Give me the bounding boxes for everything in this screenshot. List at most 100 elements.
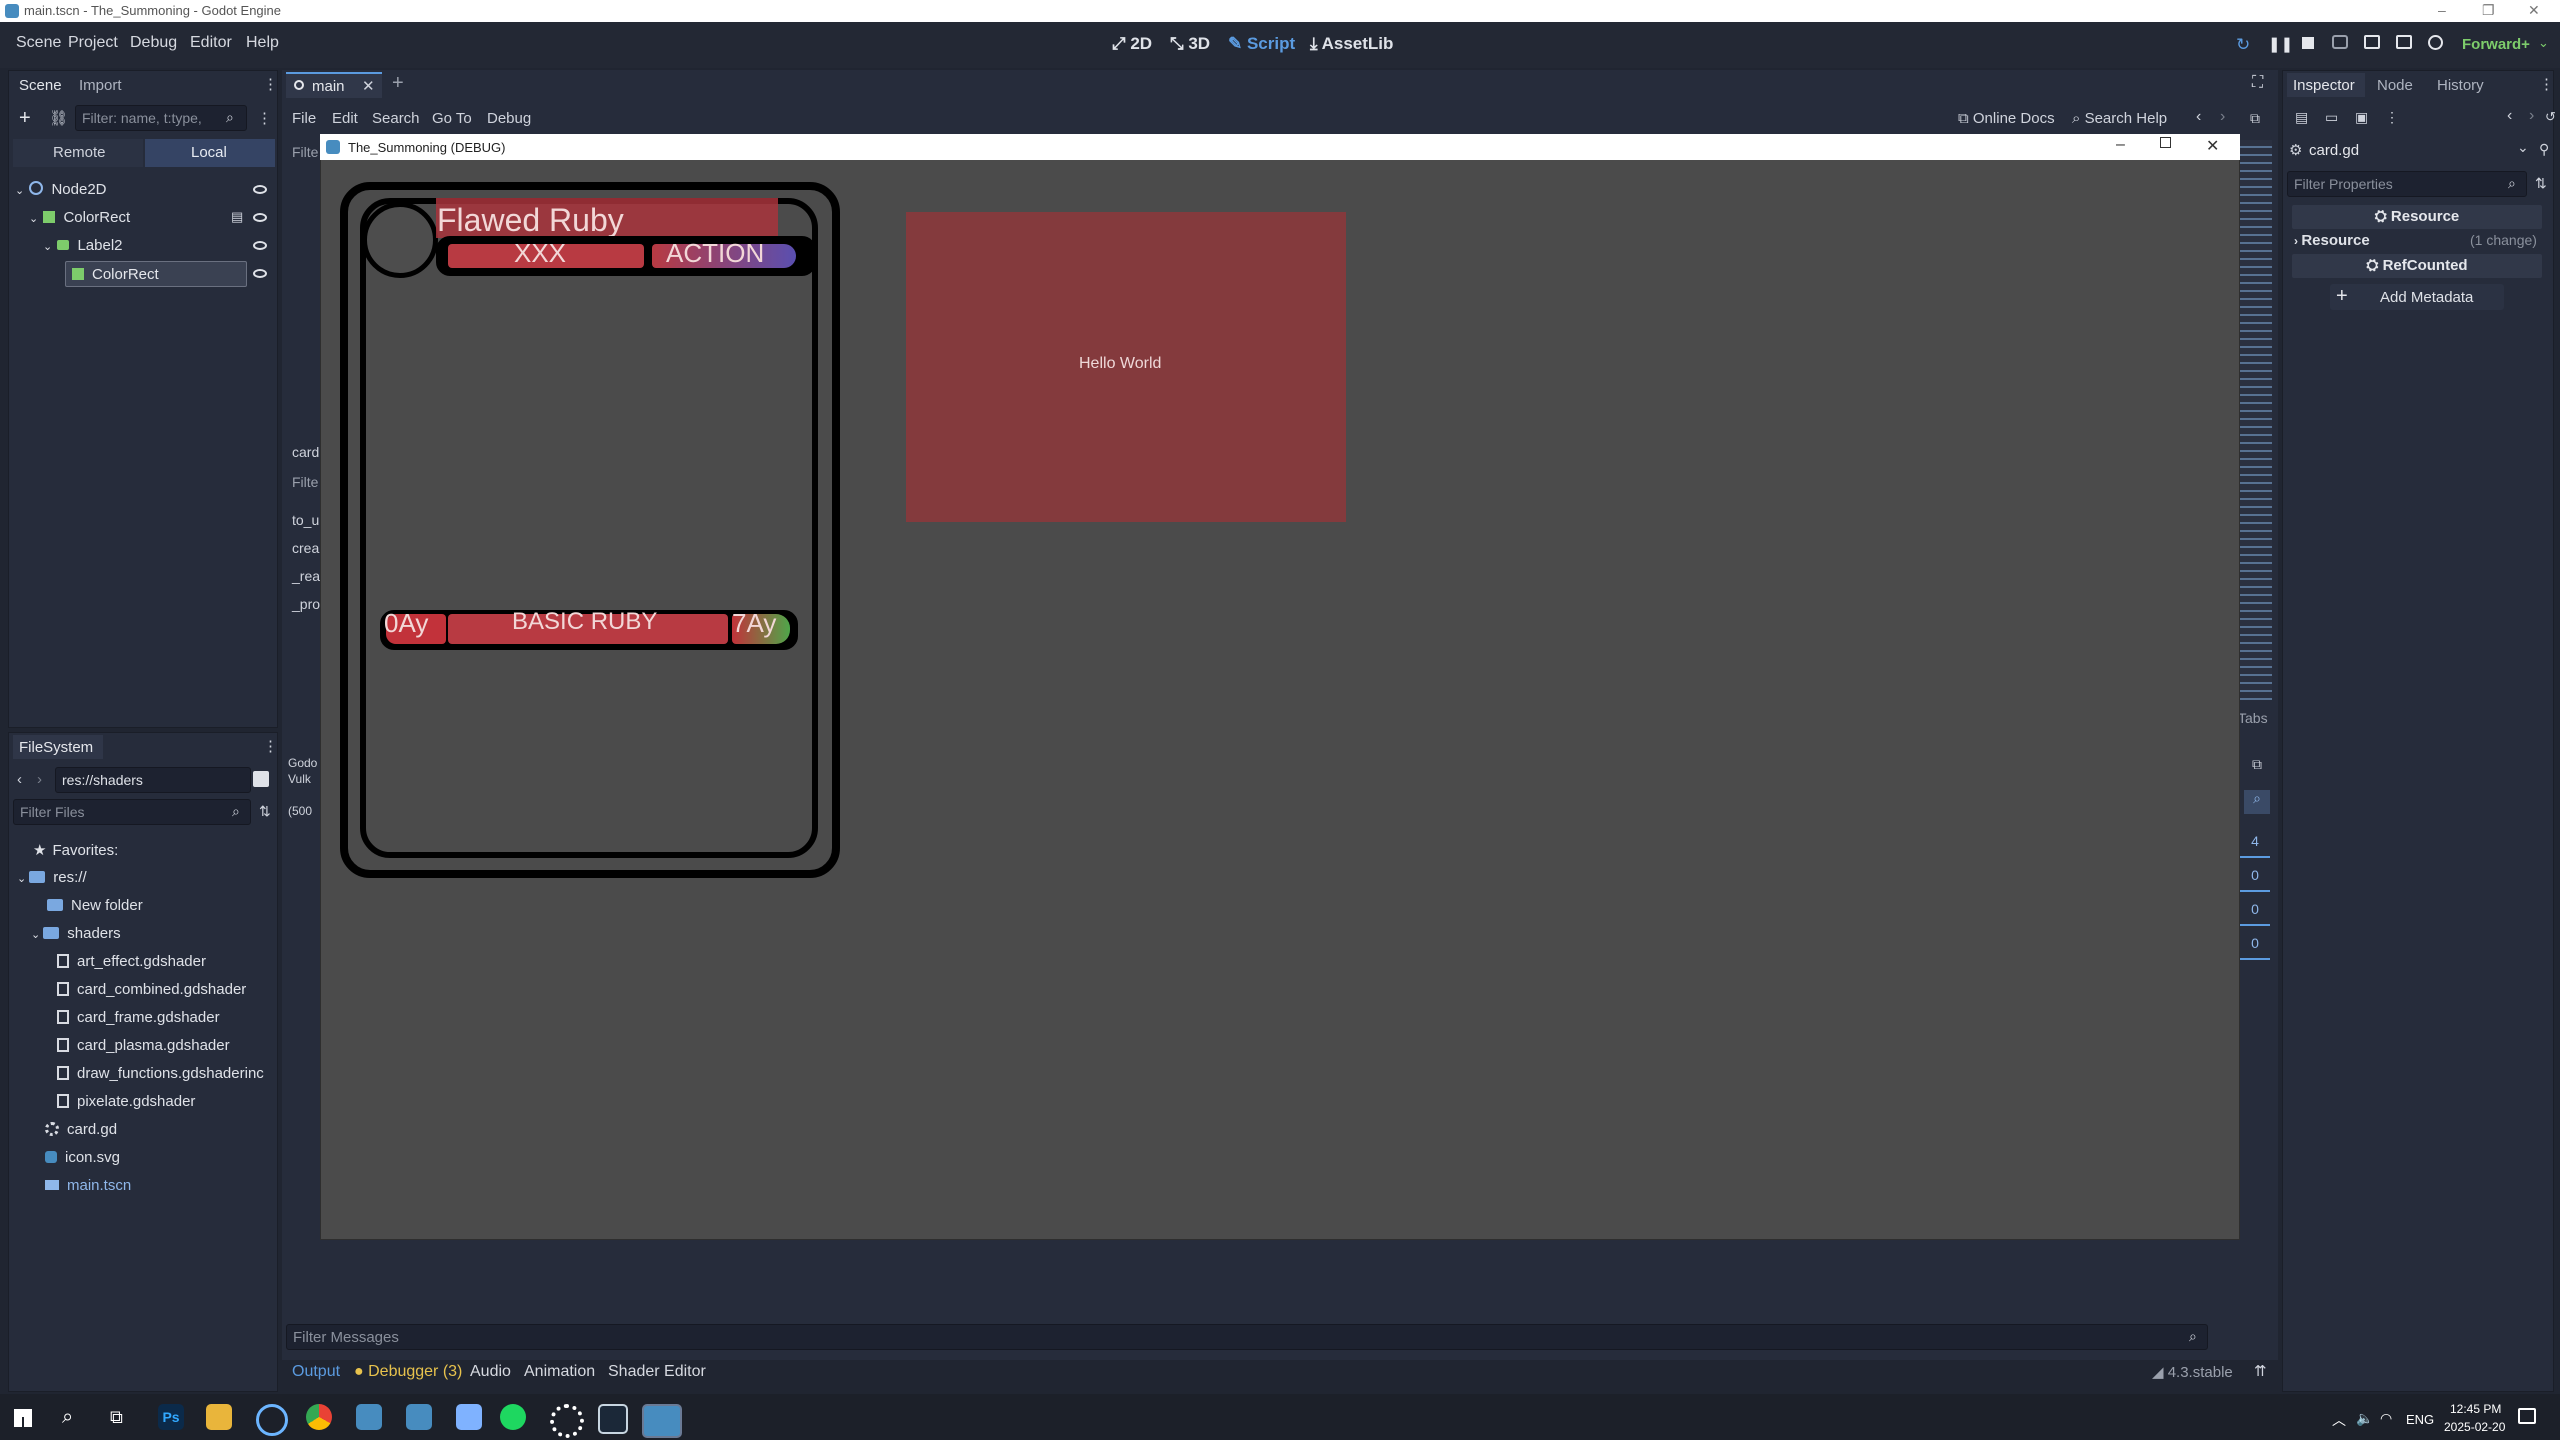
history-forward-icon[interactable]: › — [2220, 108, 2225, 126]
maximize-button[interactable] — [2160, 137, 2171, 148]
list-item[interactable]: icon.svg — [45, 1149, 120, 1166]
pin-panel-icon[interactable]: ⇈ — [2254, 1362, 2267, 1380]
tab-inspector[interactable]: Inspector — [2287, 73, 2365, 97]
scene-filter-input[interactable]: Filter: name, t:type, ⌕ — [75, 105, 247, 131]
godot-icon[interactable] — [406, 1404, 432, 1430]
history-forward-icon[interactable]: › — [2529, 107, 2534, 125]
add-node-icon[interactable]: + — [19, 107, 31, 130]
search-help-button[interactable]: ⌕ Search Help — [2072, 110, 2167, 127]
toggle-split-icon[interactable] — [253, 771, 269, 787]
tree-colorrect-selected[interactable]: ColorRect — [65, 261, 247, 287]
list-item[interactable]: pixelate.gdshader — [57, 1093, 195, 1110]
link-icon[interactable]: ⛓ — [49, 109, 68, 127]
menu-help[interactable]: Help — [246, 34, 279, 52]
list-item[interactable]: card_frame.gdshader — [57, 1009, 220, 1026]
add-tab-icon[interactable]: + — [392, 72, 404, 95]
property-sort-icon[interactable]: ⇅ — [2535, 175, 2547, 192]
photoshop-icon[interactable]: Ps — [158, 1404, 184, 1430]
chrome-icon[interactable] — [306, 1404, 332, 1430]
remote-tab[interactable]: Remote — [13, 139, 143, 167]
history-back-icon[interactable]: ‹ — [2196, 108, 2201, 126]
run-custom-icon[interactable] — [2396, 35, 2412, 49]
section-header-resource[interactable]: ⛭ Resource — [2292, 205, 2542, 229]
workspace-script-button[interactable]: ✎ Script — [1228, 34, 1295, 54]
list-item[interactable]: art_effect.gdshader — [57, 953, 206, 970]
visibility-eye-icon[interactable] — [253, 213, 267, 222]
history-back-icon[interactable]: ‹ — [2507, 107, 2512, 125]
save-icon[interactable]: ▣ — [2355, 109, 2368, 126]
list-item[interactable]: card_plasma.gdshader — [57, 1037, 230, 1054]
filter-messages-input[interactable]: Filter Messages ⌕ — [286, 1324, 2208, 1350]
kebab-menu-icon[interactable]: ⋮ — [263, 737, 278, 755]
tree-colorrect[interactable]: ⌄ ColorRect — [29, 209, 130, 226]
list-item[interactable]: card.gd — [45, 1121, 117, 1138]
settings-gear-icon[interactable] — [550, 1404, 584, 1438]
res-root-row[interactable]: ⌄ res:// — [17, 869, 87, 886]
clock-time[interactable]: 12:45 PM — [2450, 1402, 2501, 1416]
scene-kebab-icon[interactable]: ⋮ — [257, 109, 272, 127]
new-resource-icon[interactable]: ▤ — [2295, 109, 2308, 126]
list-item[interactable]: main.tscn — [45, 1177, 131, 1194]
favorites-row[interactable]: ★ Favorites: — [33, 841, 118, 859]
back-arrow-icon[interactable]: ‹ — [17, 771, 22, 788]
path-field[interactable]: res://shaders — [55, 767, 251, 793]
local-tab[interactable]: Local — [145, 139, 275, 167]
filter-files-input[interactable]: Filter Files ⌕ — [13, 799, 251, 825]
list-item[interactable]: card_combined.gdshader — [57, 981, 246, 998]
sort-icon[interactable]: ⇅ — [259, 803, 271, 820]
tab-scene[interactable]: Scene — [19, 77, 62, 94]
scene-tab-main[interactable]: main ✕ — [286, 72, 382, 98]
tab-import[interactable]: Import — [79, 77, 122, 94]
list-item[interactable]: draw_functions.gdshaderinc — [57, 1065, 264, 1082]
section-header-refcounted[interactable]: ⛭ RefCounted — [2292, 254, 2542, 278]
object-tools-icon[interactable]: ⚲ — [2539, 141, 2549, 158]
run-scene-icon[interactable] — [2364, 35, 2380, 49]
tab-node[interactable]: Node — [2377, 77, 2413, 94]
notification-icon[interactable] — [2518, 1408, 2536, 1424]
script-attached-icon[interactable]: ▤ — [231, 209, 243, 225]
menu-editor[interactable]: Editor — [190, 34, 232, 52]
search-icon[interactable]: ⌕ — [2244, 790, 2270, 814]
copy-icon[interactable]: ⧉ — [2252, 756, 2262, 773]
speaker-icon[interactable]: 🔈 — [2356, 1410, 2373, 1427]
search-icon[interactable]: ⌕ — [62, 1406, 73, 1429]
property-resource-group[interactable]: › Resource — [2294, 232, 2370, 249]
method-item[interactable]: _rea — [292, 568, 320, 584]
wifi-icon[interactable]: ◠ — [2380, 1410, 2392, 1427]
workspace-3d-button[interactable]: ⤡ 3D — [1170, 34, 1210, 54]
godot-debug-icon[interactable] — [642, 1404, 682, 1438]
restore-button[interactable]: ❐ — [2482, 2, 2495, 19]
pause-icon[interactable]: ❚❚ — [2268, 35, 2293, 53]
visibility-eye-icon[interactable] — [253, 269, 267, 278]
tab-debugger[interactable]: ● Debugger (3) — [354, 1363, 462, 1381]
workspace-assetlib-button[interactable]: ⤓ AssetLib — [1310, 34, 1393, 54]
float-window-icon[interactable]: ⧉ — [2250, 110, 2260, 127]
task-view-icon[interactable]: ⧉ — [110, 1407, 123, 1428]
visibility-eye-icon[interactable] — [253, 241, 267, 250]
method-item[interactable]: to_u — [292, 512, 319, 528]
tree-node2d[interactable]: ⌄ Node2D — [15, 181, 107, 198]
spotify-icon[interactable] — [500, 1404, 526, 1430]
tray-chevron-up-icon[interactable]: ︿ — [2332, 1410, 2346, 1430]
workspace-2d-button[interactable]: ⤢ 2D — [1112, 34, 1152, 54]
close-button[interactable]: ✕ — [2528, 2, 2540, 19]
add-metadata-button[interactable]: + Add Metadata — [2330, 284, 2504, 310]
script-menu-edit[interactable]: Edit — [332, 110, 358, 127]
visibility-eye-icon[interactable] — [253, 185, 267, 194]
code-minimap[interactable] — [2238, 140, 2272, 700]
notes-app-icon[interactable] — [456, 1404, 482, 1430]
windows-start-icon[interactable] — [14, 1409, 32, 1427]
steam-icon[interactable] — [598, 1404, 628, 1434]
filter-properties-input[interactable]: Filter Properties ⌕ — [2287, 171, 2527, 197]
inspected-object-select[interactable]: ⚙ card.gd ⌄ — [2285, 137, 2535, 163]
list-item[interactable]: New folder — [47, 897, 143, 914]
tab-output[interactable]: Output — [292, 1363, 340, 1381]
godot-icon[interactable] — [356, 1404, 382, 1430]
reload-icon[interactable]: ↻ — [2236, 35, 2250, 55]
tab-shader-editor[interactable]: Shader Editor — [608, 1363, 706, 1381]
script-menu-search[interactable]: Search — [372, 110, 420, 127]
kebab-menu-icon[interactable]: ⋮ — [263, 75, 278, 93]
stop-icon[interactable] — [2302, 37, 2314, 49]
open-folder-icon[interactable]: ▭ — [2325, 109, 2338, 126]
online-docs-button[interactable]: ⧉ Online Docs — [1958, 110, 2055, 127]
